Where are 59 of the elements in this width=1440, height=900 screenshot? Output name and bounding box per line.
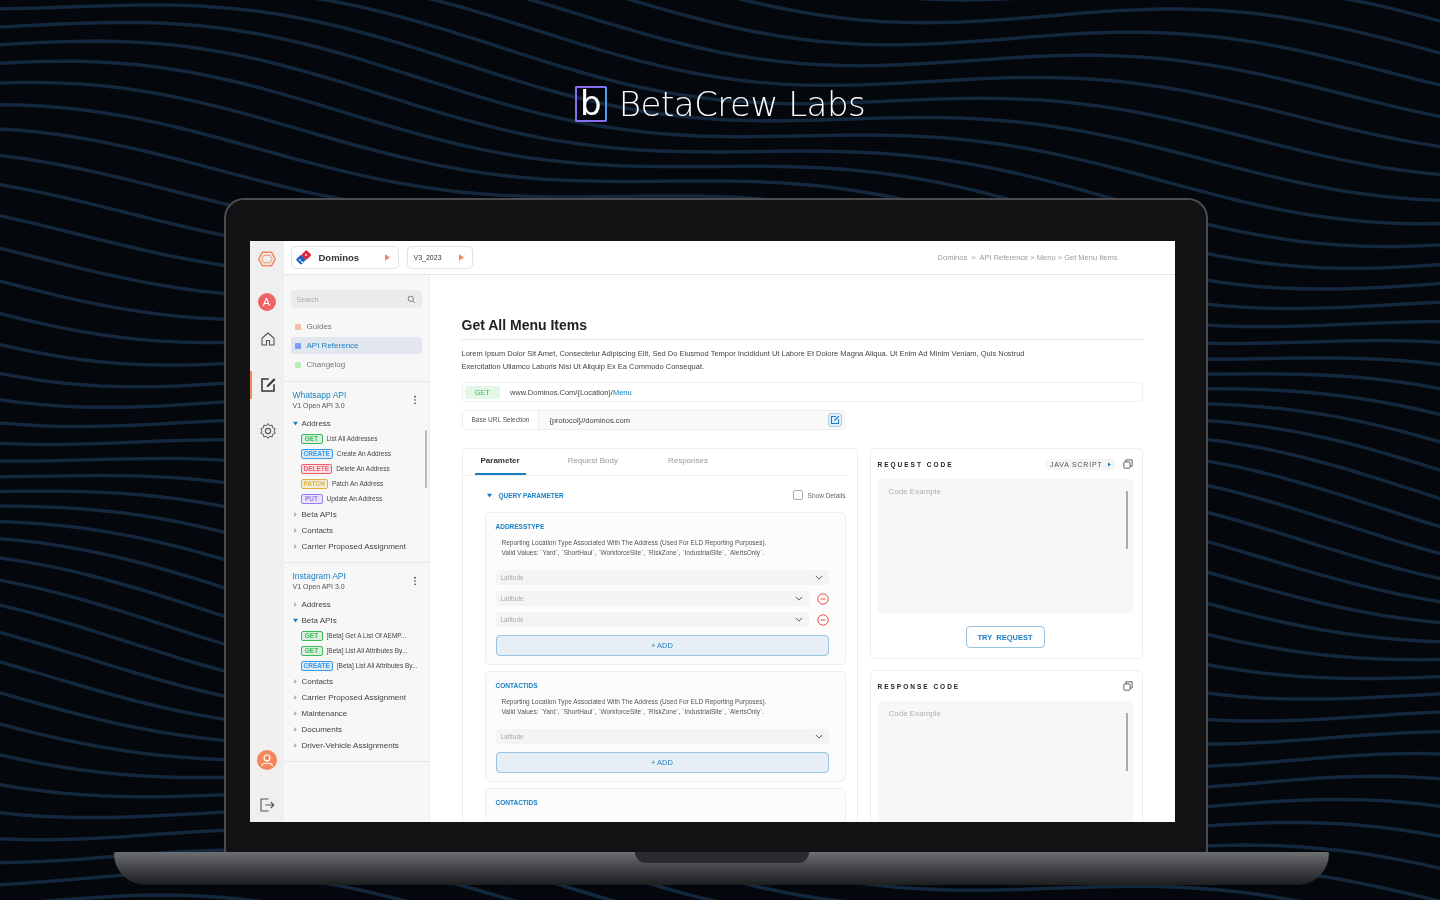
- edit-icon[interactable]: [827, 413, 842, 427]
- caret-right-icon: [292, 511, 298, 517]
- more-icon[interactable]: [412, 575, 417, 586]
- caret-down-icon: [292, 420, 298, 426]
- caret-right-icon: [292, 543, 298, 549]
- user-avatar-icon[interactable]: [256, 750, 277, 770]
- chevron-down-icon: [794, 596, 803, 601]
- home-icon: [258, 330, 277, 348]
- remove-icon[interactable]: [816, 613, 829, 626]
- tile-logo-icon: [295, 249, 312, 266]
- scrollbar[interactable]: [1125, 713, 1128, 771]
- nav-item[interactable]: Changelog: [290, 356, 422, 373]
- caret-right-icon: [292, 678, 298, 684]
- caret-icon: [458, 254, 464, 261]
- hexagon-logo-icon: [257, 250, 276, 268]
- tree-item[interactable]: Contacts: [292, 522, 422, 538]
- tree-item[interactable]: Maintenance: [292, 705, 422, 721]
- remove-icon[interactable]: [816, 592, 829, 605]
- caret-down-icon: [292, 617, 298, 623]
- caret-right-icon: [292, 694, 298, 700]
- caret-icon: [384, 254, 390, 261]
- chevron-down-icon: [814, 734, 823, 739]
- tree-item[interactable]: Contacts: [292, 673, 422, 689]
- caret-right-icon: [292, 601, 298, 607]
- brand-name: BetaCrew Labs: [618, 84, 866, 124]
- page-title: Get All Menu Items: [461, 317, 1143, 340]
- caret-down-icon: [486, 492, 492, 498]
- api-title[interactable]: Whatsapp API: [292, 390, 347, 400]
- tree-item[interactable]: Documents: [292, 721, 422, 737]
- checkbox[interactable]: [792, 490, 803, 500]
- tree-item[interactable]: Driver-Vehicle Assignments: [292, 737, 422, 753]
- tree-item[interactable]: Carrier Proposed Assignment: [292, 538, 422, 554]
- tab[interactable]: Parameter: [474, 449, 526, 475]
- tree-item[interactable]: Beta APIs: [292, 612, 422, 628]
- chevron-down-icon: [814, 575, 823, 580]
- scrollbar[interactable]: [424, 430, 427, 488]
- copy-icon[interactable]: [1122, 681, 1133, 691]
- brand-logo: b: [574, 86, 607, 122]
- tree-item[interactable]: Address: [292, 415, 422, 431]
- logout-icon[interactable]: [257, 796, 276, 814]
- search-icon: [406, 294, 416, 304]
- scrollbar[interactable]: [1125, 491, 1128, 549]
- edit-icon: [258, 376, 277, 394]
- nav-item[interactable]: API Reference: [290, 337, 422, 354]
- tree-item[interactable]: Address: [292, 596, 422, 612]
- tree-item[interactable]: Carrier Proposed Assignment: [292, 689, 422, 705]
- caret-right-icon: [292, 527, 298, 533]
- copy-icon[interactable]: [1122, 459, 1133, 469]
- caret-icon: [1107, 461, 1111, 467]
- caret-right-icon: [292, 710, 298, 716]
- tree-item[interactable]: Beta APIs: [292, 506, 422, 522]
- nav-item[interactable]: Guides: [290, 318, 422, 335]
- more-icon[interactable]: [412, 394, 417, 405]
- caret-right-icon: [292, 726, 298, 732]
- api-title[interactable]: Instagram API: [292, 571, 346, 581]
- project-selector[interactable]: Dominos: [290, 246, 399, 269]
- chevron-down-icon: [794, 617, 803, 622]
- settings-icon: [258, 422, 277, 440]
- caret-right-icon: [292, 742, 298, 748]
